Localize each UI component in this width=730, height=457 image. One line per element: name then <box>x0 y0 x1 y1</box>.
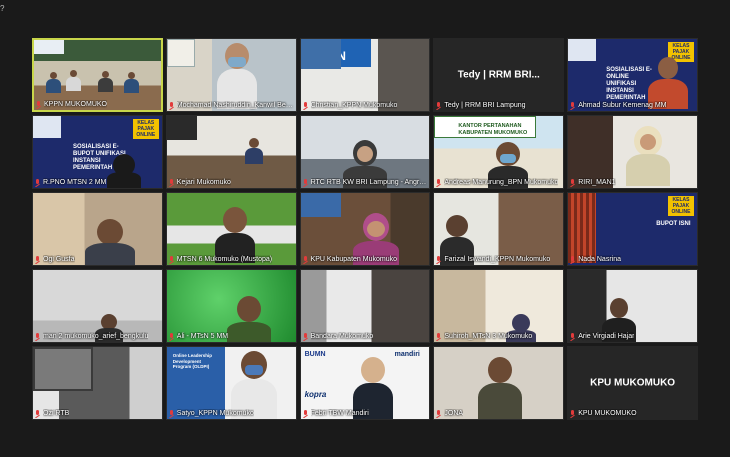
muted-mic-icon <box>303 178 308 187</box>
participant-tile-kppn-mukomuko[interactable]: KPPN MUKOMUKO <box>32 38 163 112</box>
participant-name: Mochamad Nashiruddin_Kanwil Bengkulu <box>169 101 294 110</box>
muted-mic-icon <box>35 178 40 187</box>
participant-tile[interactable]: Tedy | RRM BRI... Tedy | RRM BRI Lampung <box>433 38 565 112</box>
participant-tile[interactable]: JONA <box>433 346 565 420</box>
muted-mic-icon <box>303 332 308 341</box>
participant-tile[interactable]: Suhiroh_MTsN 3 Mukomuko <box>433 269 565 343</box>
participant-tile[interactable]: man 2 mukomuko_arief_bengkulu <box>32 269 163 343</box>
muted-mic-icon <box>169 332 174 341</box>
participant-tile[interactable]: Mochamad Nashiruddin_Kanwil Bengkulu <box>165 38 297 112</box>
muted-mic-icon <box>436 409 441 418</box>
muted-mic-icon <box>570 255 575 264</box>
participant-name: Farizal Iswandi_KPPN Mukomuko <box>436 255 561 264</box>
bumn-logo: BUMN <box>304 351 326 358</box>
participant-tile[interactable]: BUMN mandiri kopra Febri TBW Mandiri <box>299 346 431 420</box>
muted-mic-icon <box>303 101 308 110</box>
participant-tile[interactable]: KANTOR PERTANAHAN KABUPATEN MUKOMUKO And… <box>433 115 565 189</box>
muted-mic-icon <box>35 409 40 418</box>
muted-mic-icon <box>36 100 41 109</box>
participant-name: RTC RTB KW BRI Lampung - Angri Ferita <box>303 178 427 187</box>
window-indicator: ? <box>0 4 5 13</box>
muted-mic-icon <box>570 178 575 187</box>
muted-mic-icon <box>570 409 575 418</box>
participant-tile[interactable]: KELAS PAJAK ONLINE SOSIALISASI E-BUPOT U… <box>32 115 163 189</box>
participant-name: Suhiroh_MTsN 3 Mukomuko <box>436 332 561 341</box>
participant-tile[interactable]: KPU Kabupaten Mukomuko <box>299 192 431 266</box>
participant-name: Tedy | RRM BRI Lampung <box>436 101 561 110</box>
office-sign: KANTOR PERTANAHAN KABUPATEN MUKOMUKO <box>458 123 528 136</box>
kelas-pajak-badge: KELAS PAJAK ONLINE <box>132 119 159 139</box>
kelas-pajak-badge: KELAS PAJAK ONLINE <box>668 196 694 216</box>
mandiri-logo: mandiri <box>394 351 420 358</box>
participant-name: Febri TBW Mandiri <box>303 409 428 418</box>
participant-tile[interactable]: Arie Virgiadi Hajar <box>567 269 698 343</box>
participant-tile[interactable]: Ali - MTsN 5 MM <box>165 269 297 343</box>
muted-mic-icon <box>35 255 40 264</box>
slide-title: Online Leadership Development Program (O… <box>172 353 213 369</box>
participant-name: Christian_KPPN Mukomuko <box>303 101 428 110</box>
participant-name: RIRI_MAN1 <box>570 178 695 187</box>
participant-name: KPU Kabupaten Mukomuko <box>303 255 428 264</box>
participant-tile[interactable]: Ozi RTB <box>32 346 163 420</box>
participant-name: KPPN MUKOMUKO <box>36 100 159 109</box>
participant-display-name: KPU MUKOMUKO <box>590 377 676 389</box>
participant-name: man 2 mukomuko_arief_bengkulu <box>35 332 160 341</box>
muted-mic-icon <box>169 255 174 264</box>
participant-tile[interactable]: Online Leadership Development Program (O… <box>165 346 297 420</box>
participant-tile[interactable]: MTSN 6 Mukomuko (Mustopa) <box>165 192 297 266</box>
participant-name: Nada Nasrina <box>570 255 695 264</box>
participant-name: KPU MUKOMUKO <box>570 409 695 418</box>
participant-tile[interactable]: Ogi Gusfa <box>32 192 163 266</box>
muted-mic-icon <box>169 178 174 187</box>
participant-name: Ogi Gusfa <box>35 255 160 264</box>
muted-mic-icon <box>570 332 575 341</box>
participant-tile[interactable]: KELAS PAJAK ONLINE SOSIALISASI E-ONLINE … <box>567 38 698 112</box>
muted-mic-icon <box>35 332 40 341</box>
participant-tile[interactable]: KPU MUKOMUKO KPU MUKOMUKO <box>567 346 698 420</box>
participant-name: R.PNO MTSN 2 MM <box>35 178 160 187</box>
muted-mic-icon <box>303 255 308 264</box>
muted-mic-icon <box>436 332 441 341</box>
participant-tile[interactable]: RIRI_MAN1 <box>567 115 698 189</box>
participant-name: Andreas Manurung_BPN Mukomuko <box>436 178 561 187</box>
participant-tile[interactable]: RTC RTB KW BRI Lampung - Angri Ferita <box>299 115 431 189</box>
participant-display-name: Tedy | RRM BRI... <box>457 69 540 81</box>
participant-name: JONA <box>436 409 561 418</box>
participant-name: Bandara Mukomuko <box>303 332 428 341</box>
participant-name: Ozi RTB <box>35 409 160 418</box>
kopra-logo: kopra <box>304 390 327 399</box>
participant-tile[interactable]: Farizal Iswandi_KPPN Mukomuko <box>433 192 565 266</box>
slide-title: BUPOT ISNI <box>656 221 691 227</box>
participant-tile[interactable]: Kejari Mukomuko <box>165 115 297 189</box>
muted-mic-icon <box>436 255 441 264</box>
muted-mic-icon <box>436 178 441 187</box>
muted-mic-icon <box>303 409 308 418</box>
participant-name: Kejari Mukomuko <box>169 178 294 187</box>
participant-name: Ali - MTsN 5 MM <box>169 332 294 341</box>
participant-name: Satyo_KPPN Mukomuko <box>169 409 294 418</box>
participant-name: Ahmad Subur Kemenag MM <box>570 101 695 110</box>
participant-name: MTSN 6 Mukomuko (Mustopa) <box>169 255 294 264</box>
muted-mic-icon <box>169 101 174 110</box>
participant-tile[interactable]: KELAS PAJAK ONLINE BUPOT ISNI Nada Nasri… <box>567 192 698 266</box>
participant-tile[interactable]: KPPN Christian_KPPN Mukomuko <box>299 38 431 112</box>
muted-mic-icon <box>169 409 174 418</box>
participant-name: Arie Virgiadi Hajar <box>570 332 695 341</box>
muted-mic-icon <box>436 101 441 110</box>
participant-tile[interactable]: Bandara Mukomuko <box>299 269 431 343</box>
video-grid: KPPN MUKOMUKO Mochamad Nashiruddin_Kanwi… <box>32 38 698 420</box>
muted-mic-icon <box>570 101 575 110</box>
